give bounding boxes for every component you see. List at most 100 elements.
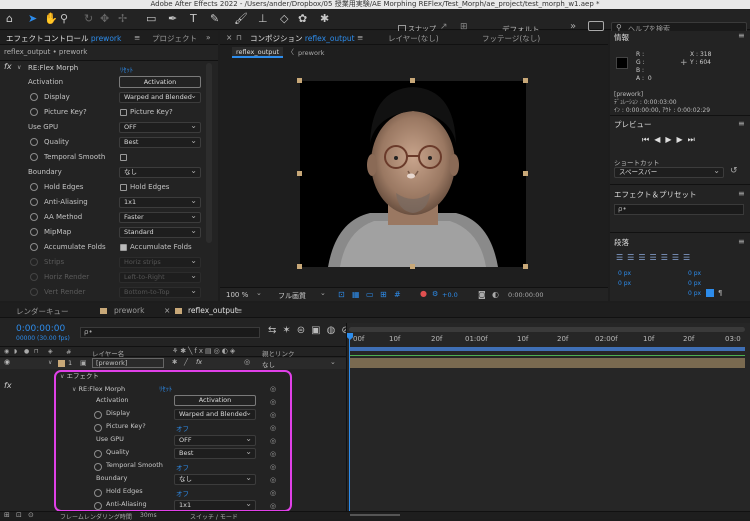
- anti-aliasing-select[interactable]: 1x1: [119, 196, 201, 208]
- first-frame-icon[interactable]: ⏮: [642, 135, 654, 144]
- pen-tool-icon[interactable]: ✒: [168, 13, 177, 25]
- justify-center-icon[interactable]: ☰: [661, 253, 672, 262]
- solo-switch-icon[interactable]: ●: [24, 348, 29, 355]
- temporal-smooth-checkbox[interactable]: [120, 154, 127, 161]
- color-channels-icon[interactable]: ●: [420, 289, 427, 298]
- loop-icon[interactable]: ↺: [730, 166, 738, 176]
- resolution-select[interactable]: フル画質: [278, 291, 306, 301]
- zoom-tool-icon[interactable]: ⚲: [60, 13, 68, 25]
- exposure-value[interactable]: +0.0: [442, 291, 458, 299]
- selection-tool-icon[interactable]: ➤: [28, 13, 37, 25]
- space-before-value[interactable]: 0 px: [618, 280, 631, 287]
- transparency-grid-icon[interactable]: ▦: [352, 290, 360, 299]
- layer-switches-icon[interactable]: ⊞: [4, 511, 10, 519]
- snapshot-icon[interactable]: ◙: [478, 290, 486, 299]
- rotate-tool-icon[interactable]: ↻: [84, 13, 93, 25]
- use-gpu-select[interactable]: OFF: [119, 121, 201, 133]
- stopwatch-icon[interactable]: [30, 243, 38, 251]
- accumulate-folds-checkbox[interactable]: [120, 244, 127, 251]
- panel-menu-icon[interactable]: ≡: [738, 119, 745, 128]
- mask-icon[interactable]: ▭: [366, 290, 374, 299]
- align-left-icon[interactable]: ☰: [616, 253, 627, 262]
- composition-viewer[interactable]: [300, 81, 526, 267]
- effects-search-input[interactable]: ρ•: [614, 204, 744, 215]
- playhead[interactable]: [349, 333, 350, 519]
- tab-reflex-output[interactable]: reflex_output: [188, 306, 238, 315]
- rectangle-tool-icon[interactable]: ▭: [146, 13, 156, 25]
- time-navigator[interactable]: [349, 327, 745, 332]
- pickwhip-icon[interactable]: ◎: [244, 358, 250, 366]
- render-time-icon[interactable]: ⊙: [28, 511, 34, 519]
- timeline-track-area[interactable]: 00f 10f 20f 01:00f 10f 20f 02:00f 10f 20…: [346, 323, 750, 519]
- quality-switch-icon[interactable]: ╱: [184, 358, 188, 366]
- expand-chevron-icon[interactable]: ∨: [17, 64, 21, 71]
- stopwatch-icon[interactable]: [30, 228, 38, 236]
- space-after-value[interactable]: 0 px: [688, 280, 701, 287]
- type-tool-icon[interactable]: T: [190, 13, 197, 25]
- indent-right-value[interactable]: 0 px: [688, 270, 701, 277]
- home-icon[interactable]: ⌂: [6, 13, 13, 25]
- timeline-timecode[interactable]: 0:00:00:00: [16, 324, 65, 334]
- stopwatch-icon[interactable]: [30, 108, 38, 116]
- timeline-search-input[interactable]: ρ•: [80, 327, 260, 338]
- collapse-transform-icon[interactable]: ✱: [172, 358, 177, 366]
- roto-brush-icon[interactable]: ✿: [298, 13, 307, 25]
- clone-stamp-icon[interactable]: ⊥: [258, 13, 268, 25]
- stopwatch-icon[interactable]: [30, 138, 38, 146]
- draft-3d-icon[interactable]: ✶: [282, 325, 296, 336]
- previous-frame-icon[interactable]: ◀: [654, 135, 665, 144]
- layer-handle[interactable]: [523, 264, 528, 269]
- last-frame-icon[interactable]: ⏭: [688, 135, 700, 144]
- effect-reset-link[interactable]: ﾘｾｯﾄ: [120, 64, 133, 74]
- panel-menu-icon[interactable]: ≡: [738, 189, 745, 198]
- play-icon[interactable]: ▶: [665, 135, 676, 144]
- tab-layer[interactable]: レイヤー(なし): [388, 33, 439, 44]
- time-ruler[interactable]: 00f 10f 20f 01:00f 10f 20f 02:00f 10f 20…: [349, 333, 745, 345]
- composition-flowchart-icon[interactable]: ⇆: [268, 325, 282, 336]
- zoom-slider[interactable]: [350, 514, 400, 516]
- audio-switch-icon[interactable]: ◗: [14, 348, 17, 355]
- layer-handle[interactable]: [523, 171, 528, 176]
- comp-breadcrumb-current[interactable]: reflex_output: [232, 47, 284, 58]
- exposure-icon[interactable]: ⚙: [432, 290, 438, 298]
- tab-project[interactable]: プロジェクト: [152, 33, 197, 44]
- activation-button[interactable]: Activation: [119, 76, 201, 88]
- aa-method-select[interactable]: Faster: [119, 211, 201, 223]
- panel-menu-icon[interactable]: ≡: [738, 237, 745, 246]
- scrollbar[interactable]: [206, 63, 212, 243]
- panel-overflow-icon[interactable]: »: [206, 33, 211, 42]
- layer-duration-bar[interactable]: [349, 358, 745, 368]
- frame-blending-icon[interactable]: ▣: [311, 325, 326, 336]
- stopwatch-icon[interactable]: [30, 153, 38, 161]
- hand-tool-icon[interactable]: ✋: [44, 13, 58, 25]
- lock-switch-icon[interactable]: ⊓: [34, 348, 39, 355]
- picture-key-checkbox[interactable]: [120, 109, 127, 116]
- zoom-select[interactable]: 100 %: [226, 291, 248, 299]
- fx-layer-icon[interactable]: fx: [196, 358, 202, 366]
- display-select[interactable]: Warped and Blended: [119, 91, 201, 103]
- justify-left-icon[interactable]: ☰: [650, 253, 661, 262]
- direction-rtl-icon[interactable]: ¶: [718, 289, 722, 297]
- tab-menu-icon[interactable]: ≡: [236, 306, 242, 315]
- layer-name[interactable]: [prework]: [92, 358, 164, 368]
- lock-icon[interactable]: ⊓: [236, 33, 242, 42]
- tab-prework[interactable]: prework: [114, 306, 144, 315]
- direction-ltr-icon[interactable]: [706, 289, 714, 297]
- layer-handle[interactable]: [297, 264, 302, 269]
- align-center-icon[interactable]: ☰: [627, 253, 638, 262]
- column-layer-name[interactable]: レイヤー名: [92, 348, 124, 358]
- stopwatch-icon[interactable]: [30, 213, 38, 221]
- fast-preview-icon[interactable]: ⊡: [338, 290, 345, 299]
- close-icon[interactable]: ×: [226, 33, 232, 42]
- layer-handle[interactable]: [297, 78, 302, 83]
- work-area-bar[interactable]: [349, 347, 745, 351]
- camera-tool-icon[interactable]: ✥: [100, 13, 109, 25]
- eye-icon[interactable]: ◉: [4, 358, 10, 366]
- eraser-icon[interactable]: ◇: [280, 13, 288, 25]
- layer-parent-select[interactable]: なし: [262, 359, 275, 369]
- comp-timecode[interactable]: 0:00:00:00: [508, 291, 544, 299]
- first-line-indent-value[interactable]: 0 px: [688, 290, 701, 297]
- tab-effect-controls[interactable]: エフェクトコントロール prework: [6, 33, 121, 44]
- quality-select[interactable]: Best: [119, 136, 201, 148]
- expand-chevron-icon[interactable]: ∨: [48, 359, 52, 366]
